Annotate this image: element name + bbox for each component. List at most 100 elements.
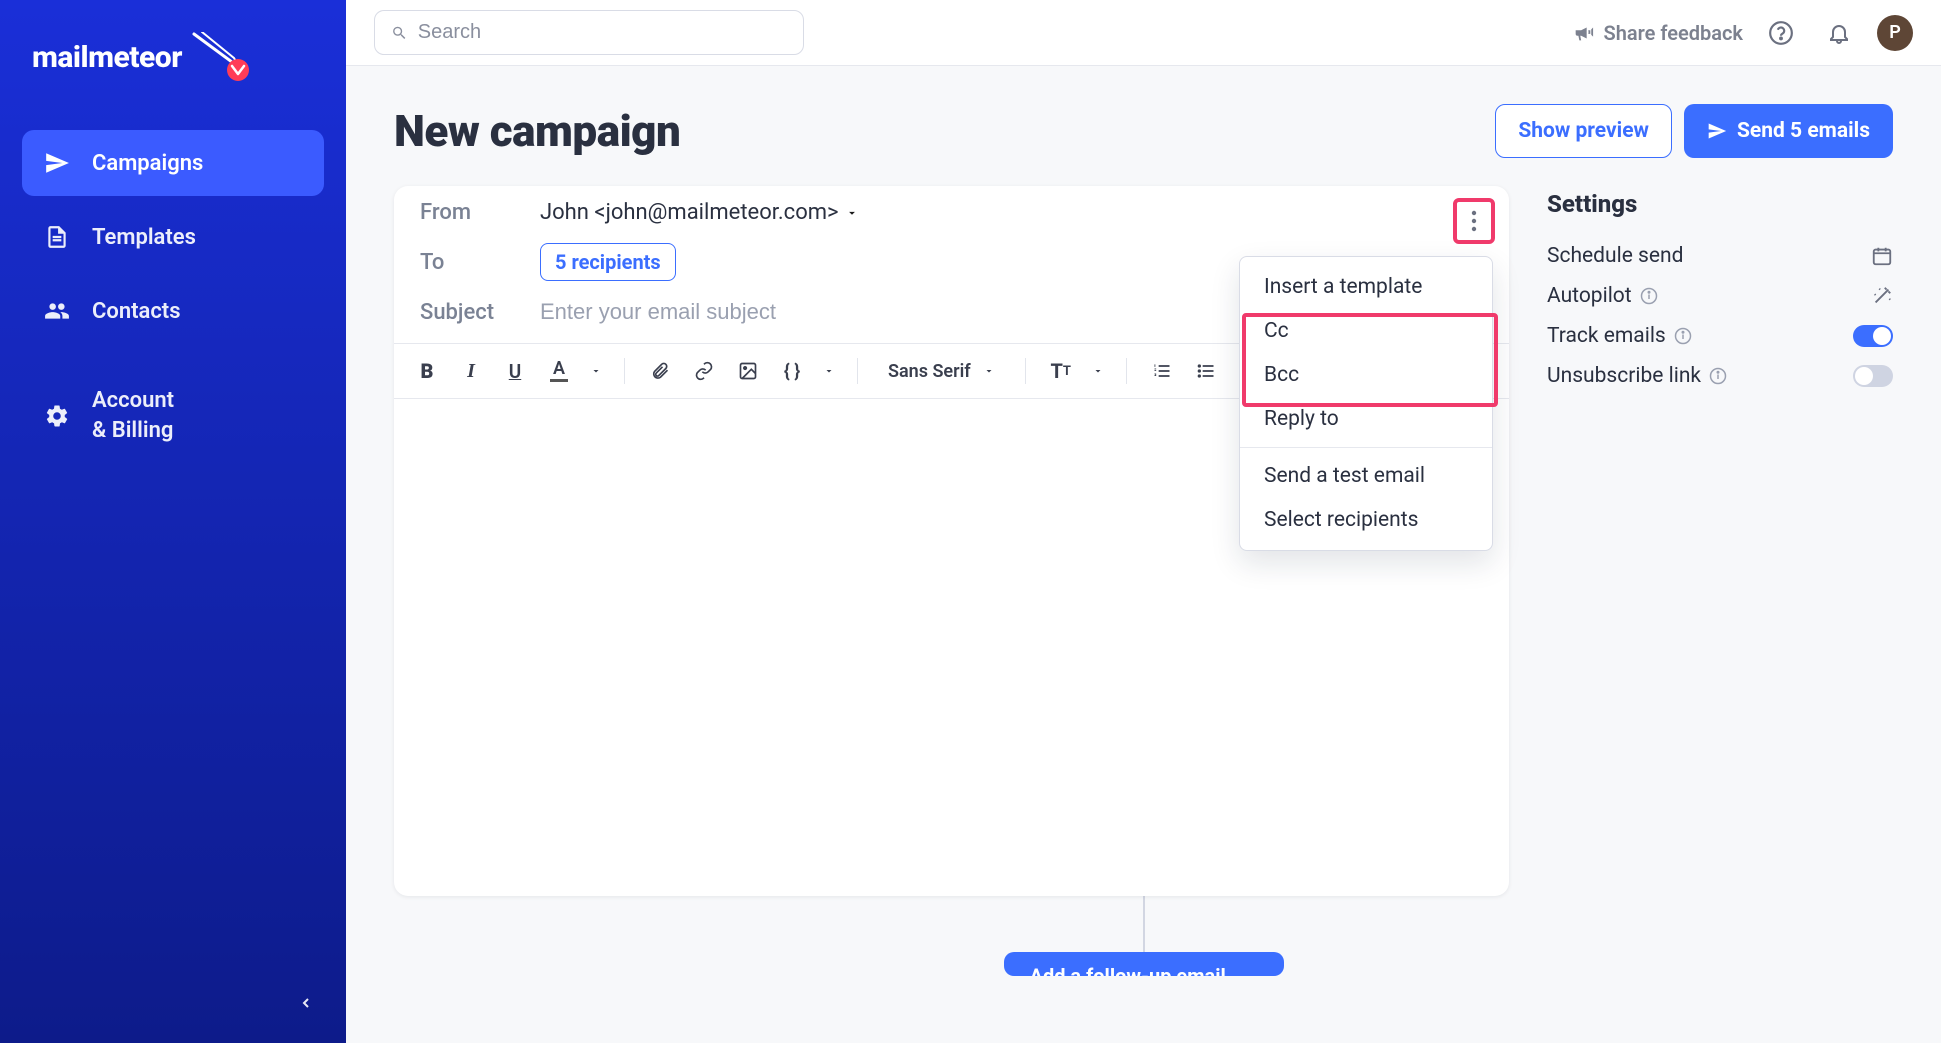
sidebar-item-label: Templates [92,225,196,250]
from-value: John <john@mailmeteor.com> [540,200,839,225]
caret-down-icon [590,365,602,377]
show-preview-button[interactable]: Show preview [1495,104,1672,158]
menu-send-test[interactable]: Send a test email [1240,454,1492,498]
text-size-button[interactable]: TT [1044,354,1078,388]
help-button[interactable] [1761,13,1801,53]
sidebar-item-campaigns[interactable]: Campaigns [22,130,324,196]
unsubscribe-toggle[interactable] [1853,365,1893,387]
to-label: To [420,250,510,275]
connector-line [1143,896,1145,952]
followup-label: Add a follow-up email [1030,964,1226,976]
send-icon [44,150,70,176]
send-label: Send 5 emails [1737,119,1870,143]
paperclip-icon [650,361,670,381]
link-button[interactable] [687,354,721,388]
caret-down-icon [983,365,995,377]
menu-separator [1240,447,1492,448]
variables-caret[interactable] [819,354,839,388]
more-options-menu: Insert a template Cc Bcc Reply to Send a… [1239,256,1493,551]
caret-down-icon [845,206,859,220]
sidebar-item-label: Account & Billing [92,386,174,445]
megaphone-icon [1572,22,1594,44]
text-color-button[interactable]: A [542,354,576,388]
from-selector[interactable]: John <john@mailmeteor.com> [540,200,859,225]
sidebar-item-label: Contacts [92,299,181,324]
search-icon [391,24,408,42]
ordered-list-button[interactable] [1145,354,1179,388]
send-icon [1707,121,1727,141]
sidebar-item-contacts[interactable]: Contacts [22,278,324,344]
variables-button[interactable]: { } [775,354,809,388]
add-followup-button[interactable]: Add a follow-up email [1004,952,1284,976]
sidebar-item-label: Campaigns [92,151,203,176]
notifications-button[interactable] [1819,13,1859,53]
image-icon [738,361,758,381]
magic-wand-icon [1871,285,1893,307]
avatar[interactable]: P [1877,15,1913,51]
caret-down-icon [1092,365,1104,377]
settings-panel: Settings Schedule send Autopilot [1547,186,1893,396]
bell-icon [1827,21,1851,45]
subject-label: Subject [420,300,510,325]
italic-button[interactable]: I [454,354,488,388]
image-button[interactable] [731,354,765,388]
search-box[interactable] [374,10,804,55]
sidebar-item-templates[interactable]: Templates [22,204,324,270]
menu-insert-template[interactable]: Insert a template [1240,265,1492,309]
link-icon [694,361,714,381]
setting-label: Autopilot [1547,284,1632,308]
menu-select-recipients[interactable]: Select recipients [1240,498,1492,542]
composer-card: From John <john@mailmeteor.com> To 5 rec… [394,186,1509,896]
document-icon [44,224,70,250]
info-icon [1674,327,1692,345]
from-label: From [420,200,510,225]
unordered-list-button[interactable] [1189,354,1223,388]
text-color-caret[interactable] [586,354,606,388]
contacts-icon [44,298,70,324]
from-row: From John <john@mailmeteor.com> [394,186,1509,239]
calendar-icon [1871,245,1893,267]
search-input[interactable] [418,21,787,44]
more-options-button[interactable] [1459,204,1489,238]
info-icon [1709,367,1727,385]
ordered-list-icon [1152,361,1172,381]
text-size-caret[interactable] [1088,354,1108,388]
kebab-icon [1471,210,1477,232]
chevron-left-icon [298,995,314,1011]
setting-label: Unsubscribe link [1547,364,1701,388]
font-label: Sans Serif [888,361,971,382]
setting-autopilot[interactable]: Autopilot [1547,276,1893,316]
setting-label: Track emails [1547,324,1666,348]
highlight-annotation [1453,198,1495,244]
font-family-select[interactable]: Sans Serif [876,355,1007,388]
menu-cc[interactable]: Cc [1240,309,1492,353]
unordered-list-icon [1196,361,1216,381]
recipients-chip[interactable]: 5 recipients [540,243,676,281]
track-emails-toggle[interactable] [1853,325,1893,347]
menu-bcc[interactable]: Bcc [1240,353,1492,397]
bold-button[interactable]: B [410,354,444,388]
underline-button[interactable]: U [498,354,532,388]
setting-unsubscribe: Unsubscribe link [1547,356,1893,396]
info-icon [1640,287,1658,305]
topbar: Share feedback P [346,0,1941,66]
attachment-button[interactable] [643,354,677,388]
share-feedback-button[interactable]: Share feedback [1572,21,1744,45]
logo[interactable]: mailmeteor [22,32,324,82]
caret-down-icon [823,365,835,377]
setting-track-emails: Track emails [1547,316,1893,356]
feedback-label: Share feedback [1604,21,1744,45]
sidebar-collapse-button[interactable] [288,985,324,1021]
setting-label: Schedule send [1547,244,1683,268]
logo-text: mailmeteor [32,40,182,75]
send-emails-button[interactable]: Send 5 emails [1684,104,1893,158]
meteor-icon [192,32,252,82]
setting-schedule-send[interactable]: Schedule send [1547,236,1893,276]
followup-section: Add a follow-up email [394,896,1893,976]
sidebar-item-account[interactable]: Account & Billing [22,366,324,465]
settings-title: Settings [1547,190,1893,218]
help-icon [1768,20,1794,46]
menu-reply-to[interactable]: Reply to [1240,397,1492,441]
page-title: New campaign [394,105,680,157]
nav: Campaigns Templates Contacts Account & B… [22,130,324,465]
